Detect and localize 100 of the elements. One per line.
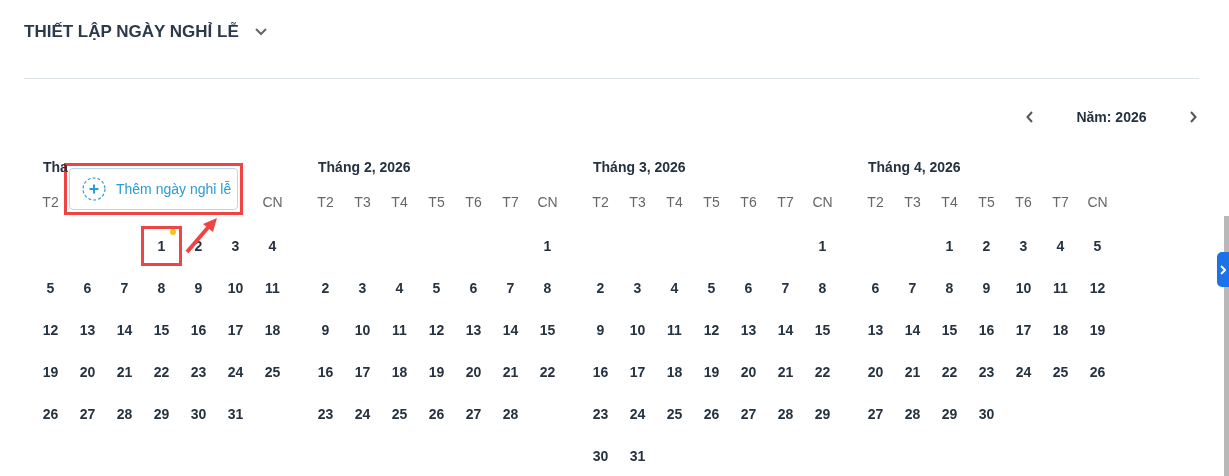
day-number[interactable]: 22	[937, 362, 962, 382]
day-number[interactable]: 6	[465, 278, 482, 298]
day-number[interactable]: 22	[149, 362, 174, 382]
day-number[interactable]: 27	[461, 404, 486, 424]
day-number[interactable]: 24	[350, 404, 375, 424]
day-number[interactable]: 11	[1049, 278, 1072, 298]
side-tab[interactable]	[1217, 252, 1229, 287]
day-number[interactable]: 18	[662, 362, 687, 382]
day-number[interactable]: 6	[740, 278, 757, 298]
day-number[interactable]: 19	[699, 362, 724, 382]
day-number[interactable]: 21	[498, 362, 523, 382]
day-number[interactable]: 7	[502, 278, 519, 298]
day-number[interactable]: 11	[261, 278, 284, 298]
day-number[interactable]: 19	[424, 362, 449, 382]
day-number[interactable]: 1	[539, 236, 556, 256]
day-number[interactable]: 13	[75, 320, 100, 340]
day-number[interactable]: 13	[736, 320, 761, 340]
day-number[interactable]: 3	[629, 278, 646, 298]
day-number[interactable]: 19	[38, 362, 63, 382]
day-number[interactable]: 25	[387, 404, 412, 424]
day-number[interactable]: 29	[937, 404, 962, 424]
day-number[interactable]: 26	[424, 404, 449, 424]
day-number[interactable]: 10	[350, 320, 375, 340]
day-number[interactable]: 7	[116, 278, 133, 298]
day-number[interactable]: 9	[978, 278, 995, 298]
day-number[interactable]: 23	[588, 404, 613, 424]
day-number[interactable]: 31	[223, 404, 248, 424]
day-number[interactable]: 17	[1011, 320, 1036, 340]
day-number[interactable]: 17	[625, 362, 650, 382]
day-number[interactable]: 30	[186, 404, 211, 424]
day-number[interactable]: 10	[625, 320, 650, 340]
day-number[interactable]: 16	[588, 362, 613, 382]
day-number[interactable]: 8	[153, 278, 170, 298]
day-number[interactable]: 27	[736, 404, 761, 424]
day-number[interactable]: 24	[223, 362, 248, 382]
day-number[interactable]: 21	[900, 362, 925, 382]
day-number[interactable]: 3	[354, 278, 371, 298]
day-number[interactable]: 4	[1052, 236, 1069, 256]
day-number[interactable]: 11	[663, 320, 686, 340]
day-number[interactable]: 18	[260, 320, 285, 340]
day-number[interactable]: 25	[1048, 362, 1073, 382]
day-number[interactable]: 16	[974, 320, 999, 340]
day-number[interactable]: 10	[1011, 278, 1036, 298]
day-number[interactable]: 27	[75, 404, 100, 424]
day-number[interactable]: 26	[699, 404, 724, 424]
day-number[interactable]: 14	[900, 320, 925, 340]
day-number[interactable]: 2	[978, 236, 995, 256]
day-number[interactable]: 30	[588, 446, 613, 466]
day-number[interactable]: 28	[900, 404, 925, 424]
day-number[interactable]: 18	[1048, 320, 1073, 340]
day-number[interactable]: 3	[227, 236, 244, 256]
day-number[interactable]: 29	[149, 404, 174, 424]
day-number[interactable]: 9	[592, 320, 609, 340]
day-number[interactable]: 16	[186, 320, 211, 340]
day-number[interactable]: 17	[223, 320, 248, 340]
day-number[interactable]: 17	[350, 362, 375, 382]
day-number[interactable]: 18	[387, 362, 412, 382]
day-number[interactable]: 12	[1085, 278, 1110, 298]
day-number[interactable]: 9	[190, 278, 207, 298]
day-number[interactable]: 11	[388, 320, 411, 340]
day-number[interactable]: 25	[260, 362, 285, 382]
day-number[interactable]: 10	[223, 278, 248, 298]
day-number[interactable]: 22	[535, 362, 560, 382]
day-number[interactable]: 16	[313, 362, 338, 382]
day-number[interactable]: 5	[428, 278, 445, 298]
day-number[interactable]: 3	[1015, 236, 1032, 256]
day-number[interactable]: 12	[699, 320, 724, 340]
day-number[interactable]: 29	[810, 404, 835, 424]
day-number[interactable]: 5	[703, 278, 720, 298]
day-number[interactable]: 1	[140, 226, 183, 266]
day-number[interactable]: 24	[625, 404, 650, 424]
day-number[interactable]: 7	[777, 278, 794, 298]
day-number[interactable]: 15	[810, 320, 835, 340]
day-number[interactable]: 1	[941, 236, 958, 256]
day-number[interactable]: 21	[112, 362, 137, 382]
day-number[interactable]: 1	[814, 236, 831, 256]
day-number[interactable]: 4	[666, 278, 683, 298]
day-number[interactable]: 25	[662, 404, 687, 424]
day-number[interactable]: 23	[186, 362, 211, 382]
day-number[interactable]: 15	[149, 320, 174, 340]
day-number[interactable]: 15	[937, 320, 962, 340]
day-number[interactable]: 2	[592, 278, 609, 298]
day-number[interactable]: 13	[863, 320, 888, 340]
day-number[interactable]: 23	[313, 404, 338, 424]
day-number[interactable]: 6	[79, 278, 96, 298]
day-number[interactable]: 5	[42, 278, 59, 298]
day-number[interactable]: 27	[863, 404, 888, 424]
day-number[interactable]: 26	[1085, 362, 1110, 382]
day-number[interactable]: 13	[461, 320, 486, 340]
day-number[interactable]: 7	[904, 278, 921, 298]
day-number[interactable]: 28	[112, 404, 137, 424]
day-number[interactable]: 24	[1011, 362, 1036, 382]
day-number[interactable]: 20	[75, 362, 100, 382]
chevron-right-icon[interactable]	[1189, 111, 1197, 123]
day-number[interactable]: 8	[941, 278, 958, 298]
day-number[interactable]: 26	[38, 404, 63, 424]
day-number[interactable]: 19	[1085, 320, 1110, 340]
day-number[interactable]: 9	[317, 320, 334, 340]
day-number[interactable]: 8	[814, 278, 831, 298]
day-number[interactable]: 12	[38, 320, 63, 340]
